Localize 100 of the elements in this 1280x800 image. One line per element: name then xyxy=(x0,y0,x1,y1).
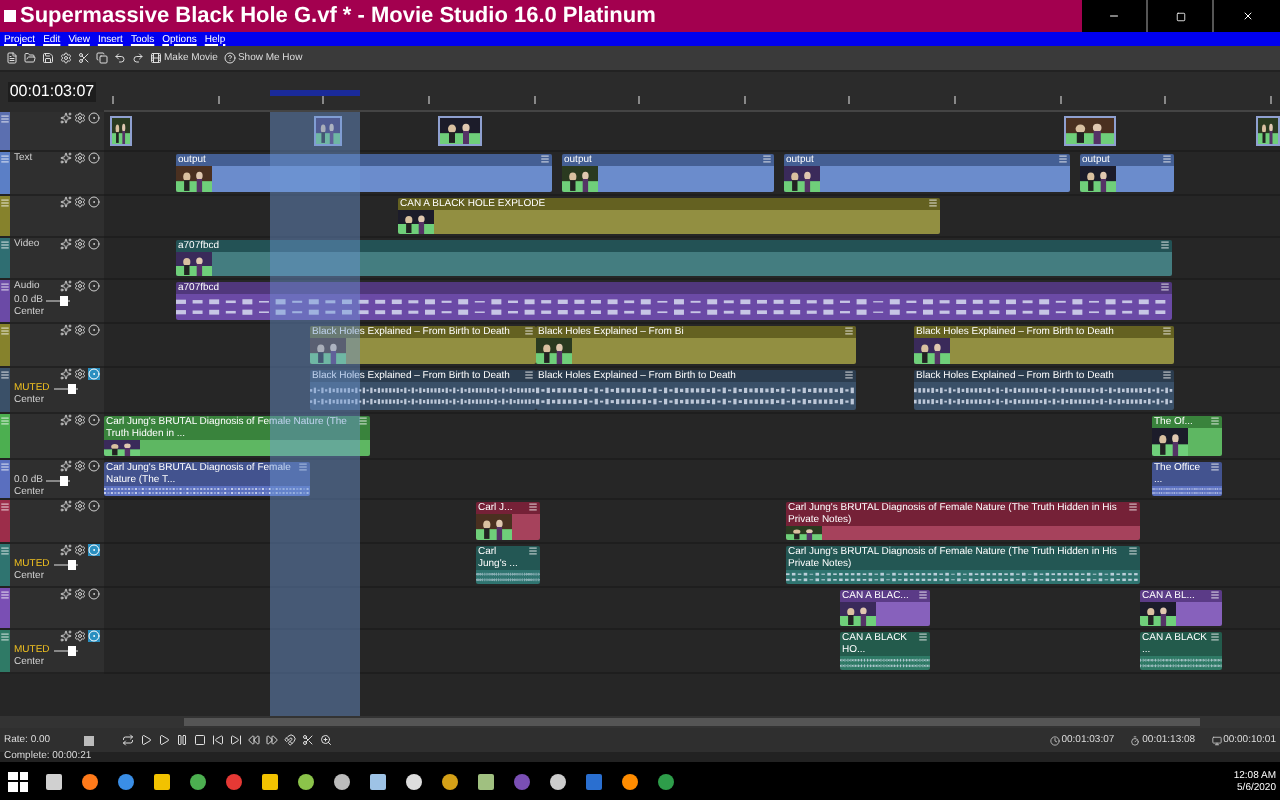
menu-icon[interactable] xyxy=(762,154,772,164)
menu-icon[interactable] xyxy=(1162,326,1172,336)
taskbar-app-icon[interactable] xyxy=(658,773,674,789)
taskbar-app-icon[interactable] xyxy=(406,773,422,789)
menu-icon[interactable] xyxy=(844,326,854,336)
taskbar-app-icon[interactable] xyxy=(622,773,638,789)
skip-back-icon[interactable] xyxy=(212,734,224,746)
scissors-icon[interactable] xyxy=(302,734,314,746)
slider-thumb[interactable] xyxy=(60,295,69,305)
mute-button[interactable] xyxy=(88,238,100,250)
taskbar-app-icon[interactable] xyxy=(442,773,458,789)
fx-icon[interactable] xyxy=(60,500,72,512)
settings-icon[interactable] xyxy=(74,196,86,208)
slider-thumb[interactable] xyxy=(67,559,76,569)
fx-icon[interactable] xyxy=(60,280,72,292)
settings-icon[interactable] xyxy=(74,460,86,472)
menu-icon[interactable] xyxy=(1128,502,1138,512)
menu-icon[interactable] xyxy=(1162,370,1172,380)
menu-icon[interactable] xyxy=(0,240,10,250)
menu-icon[interactable] xyxy=(524,370,534,380)
undo-icon[interactable] xyxy=(114,52,126,64)
taskbar-app-icon[interactable] xyxy=(190,773,206,789)
fx-icon[interactable] xyxy=(60,460,72,472)
folder-icon[interactable] xyxy=(24,52,36,64)
mute-button[interactable] xyxy=(88,414,100,426)
slider-thumb[interactable] xyxy=(67,645,76,655)
volume-slider[interactable] xyxy=(46,475,71,485)
settings-icon[interactable] xyxy=(74,588,86,600)
start-button[interactable] xyxy=(4,767,32,795)
fx-icon[interactable] xyxy=(60,112,72,124)
menu-icon[interactable] xyxy=(918,590,928,600)
taskbar-app-icon[interactable] xyxy=(370,773,386,789)
mute-button[interactable] xyxy=(88,280,100,292)
skip-forward-icon[interactable] xyxy=(230,734,242,746)
stop-icon[interactable] xyxy=(194,734,206,746)
settings-icon[interactable] xyxy=(74,500,86,512)
settings-icon[interactable] xyxy=(74,112,86,124)
volume-slider[interactable] xyxy=(53,383,78,393)
menu-icon[interactable] xyxy=(1160,240,1170,250)
zoom-icon[interactable] xyxy=(320,734,332,746)
rate-button[interactable] xyxy=(84,735,94,745)
mute-button[interactable] xyxy=(88,196,100,208)
file-icon[interactable] xyxy=(6,52,18,64)
fx-icon[interactable] xyxy=(60,414,72,426)
fx-icon[interactable] xyxy=(60,630,72,642)
scissors-icon[interactable] xyxy=(78,52,90,64)
taskbar-app-icon[interactable] xyxy=(154,773,170,789)
menu-icon[interactable] xyxy=(0,546,10,556)
menu-icon[interactable] xyxy=(540,154,550,164)
settings-icon[interactable] xyxy=(74,152,86,164)
fx-icon[interactable] xyxy=(60,544,72,556)
taskbar-app-icon[interactable] xyxy=(46,773,62,789)
fx-icon[interactable] xyxy=(60,324,72,336)
taskbar-app-icon[interactable] xyxy=(118,773,134,789)
menu-icon[interactable] xyxy=(0,590,10,600)
menu-icon[interactable] xyxy=(0,370,10,380)
menu-icon[interactable] xyxy=(1058,154,1068,164)
scrollbar[interactable] xyxy=(184,718,1200,726)
fx-icon[interactable] xyxy=(60,588,72,600)
mute-button[interactable] xyxy=(88,112,100,124)
taskbar-app-icon[interactable] xyxy=(298,773,314,789)
menu-icon[interactable] xyxy=(1210,590,1220,600)
taskbar-app-icon[interactable] xyxy=(550,773,566,789)
settings-icon[interactable] xyxy=(74,414,86,426)
slider-thumb[interactable] xyxy=(60,475,69,485)
taskbar-app-icon[interactable] xyxy=(334,773,350,789)
fx-icon[interactable] xyxy=(60,238,72,250)
menu-icon[interactable] xyxy=(844,370,854,380)
settings-icon[interactable] xyxy=(74,238,86,250)
mute-button[interactable] xyxy=(88,500,100,512)
fx-icon[interactable] xyxy=(60,368,72,380)
menu-icon[interactable] xyxy=(1160,282,1170,292)
settings-icon[interactable] xyxy=(74,630,86,642)
mute-button[interactable] xyxy=(88,588,100,600)
menu-icon[interactable] xyxy=(928,198,938,208)
redo-icon[interactable] xyxy=(132,52,144,64)
menu-icon[interactable] xyxy=(0,282,10,292)
magnet-icon[interactable] xyxy=(284,734,296,746)
menu-icon[interactable] xyxy=(1210,462,1220,472)
settings-icon[interactable] xyxy=(74,280,86,292)
copy-icon[interactable] xyxy=(96,52,108,64)
mute-button[interactable] xyxy=(88,152,100,164)
settings-icon[interactable] xyxy=(74,324,86,336)
fast-forward-icon[interactable] xyxy=(266,734,278,746)
fx-icon[interactable] xyxy=(60,196,72,208)
menu-icon[interactable] xyxy=(918,632,928,642)
save-icon[interactable] xyxy=(42,52,54,64)
menu-icon[interactable] xyxy=(528,502,538,512)
mute-button[interactable] xyxy=(88,324,100,336)
volume-slider[interactable] xyxy=(53,559,78,569)
pause-icon[interactable] xyxy=(176,734,188,746)
menu-icon[interactable] xyxy=(528,546,538,556)
settings-icon[interactable] xyxy=(74,368,86,380)
menu-icon[interactable] xyxy=(1162,154,1172,164)
mute-button[interactable] xyxy=(88,460,100,472)
slider-thumb[interactable] xyxy=(67,383,76,393)
fx-icon[interactable] xyxy=(60,152,72,164)
menu-icon[interactable] xyxy=(0,502,10,512)
taskbar-app-icon[interactable] xyxy=(262,773,278,789)
volume-slider[interactable] xyxy=(46,295,71,305)
